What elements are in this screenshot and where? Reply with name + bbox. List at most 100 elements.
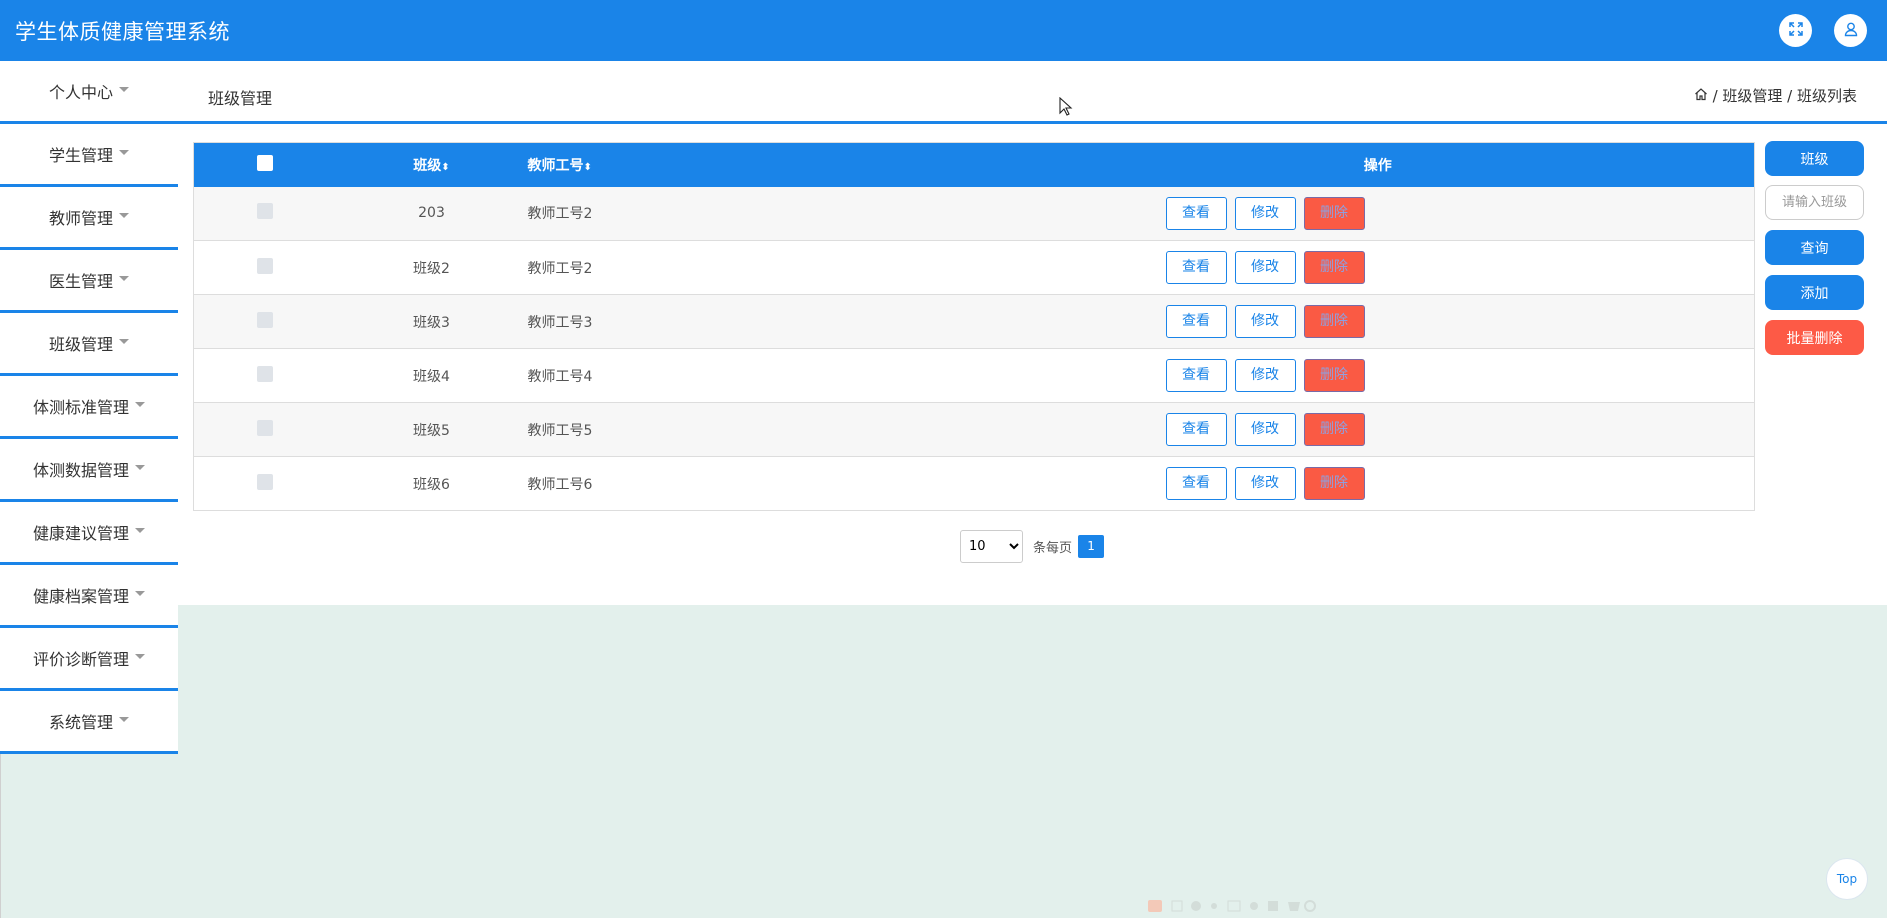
cell-teacher-id: 教师工号2: [527, 206, 593, 223]
page-number-button[interactable]: 1: [1078, 535, 1105, 558]
class-filter-button[interactable]: 班级: [1765, 141, 1864, 176]
chevron-down-icon: [119, 212, 129, 218]
class-table: 班级⬍ 教师工号⬍ 操作 203 教师工号2 查看 修改 删除 班级2 教师工号2 …: [193, 142, 1755, 511]
row-checkbox[interactable]: [256, 257, 273, 274]
column-header-label: 操作: [1363, 157, 1392, 174]
user-button[interactable]: [1834, 14, 1867, 47]
cell-class: 班级3: [413, 314, 450, 331]
chevron-down-icon: [135, 653, 145, 659]
cell-teacher-id: 教师工号6: [527, 476, 593, 493]
table-row: 班级3 教师工号3 查看 修改 删除: [193, 294, 1755, 349]
sidebar-item-label: 医生管理: [48, 272, 113, 291]
breadcrumb: / 班级管理 / 班级列表: [1694, 85, 1857, 106]
row-checkbox[interactable]: [256, 419, 273, 436]
edit-button[interactable]: 修改: [1234, 467, 1296, 500]
table-row: 班级6 教师工号6 查看 修改 删除: [193, 456, 1755, 511]
column-header-teacher-id[interactable]: 教师工号⬍: [528, 143, 832, 187]
batch-delete-button[interactable]: 批量删除: [1765, 320, 1864, 355]
row-checkbox[interactable]: [256, 311, 273, 328]
chevron-down-icon: [135, 401, 145, 407]
cell-teacher-id: 教师工号4: [527, 368, 593, 385]
sidebar-item-classes[interactable]: 班级管理: [0, 313, 178, 376]
cell-actions: 查看 修改 删除: [832, 403, 1755, 457]
sidebar-item-students[interactable]: 学生管理: [0, 124, 178, 187]
column-header-class[interactable]: 班级⬍: [336, 143, 528, 187]
cell-class: 班级6: [413, 476, 450, 493]
chevron-down-icon: [135, 590, 145, 596]
cell-teacher-id: 教师工号3: [527, 314, 593, 331]
sidebar-item-label: 班级管理: [48, 335, 113, 354]
back-to-top-button[interactable]: Top: [1826, 858, 1868, 900]
cell-class: 203: [418, 205, 445, 222]
cell-actions: 查看 修改 删除: [832, 241, 1755, 295]
query-button[interactable]: 查询: [1765, 230, 1864, 265]
table-header-row: 班级⬍ 教师工号⬍ 操作: [193, 142, 1755, 187]
sidebar-item-label: 学生管理: [48, 146, 113, 165]
view-button[interactable]: 查看: [1165, 413, 1227, 446]
edit-button[interactable]: 修改: [1234, 196, 1296, 230]
edit-button[interactable]: 修改: [1234, 305, 1296, 338]
edit-button[interactable]: 修改: [1234, 251, 1296, 284]
sidebar-item-system[interactable]: 系统管理: [0, 691, 178, 754]
chevron-down-icon: [119, 149, 129, 155]
sidebar-item-health-advice[interactable]: 健康建议管理: [0, 502, 178, 565]
header-icons: [1779, 14, 1867, 47]
view-button[interactable]: 查看: [1165, 305, 1227, 338]
cell-actions: 查看 修改 删除: [832, 349, 1755, 403]
row-checkbox[interactable]: [256, 473, 273, 490]
delete-button[interactable]: 删除: [1303, 413, 1365, 446]
cell-class: 班级4: [413, 368, 450, 385]
breadcrumb-path[interactable]: / 班级管理 / 班级列表: [1713, 85, 1857, 106]
expand-icon: [1788, 21, 1804, 41]
column-header-label: 班级: [413, 157, 442, 174]
sidebar-item-health-records[interactable]: 健康档案管理: [0, 565, 178, 628]
sidebar-item-label: 健康建议管理: [32, 524, 129, 543]
sidebar-item-label: 体测数据管理: [32, 461, 129, 480]
row-checkbox[interactable]: [256, 365, 273, 382]
breadcrumb-bar: 班级管理 / 班级管理 / 班级列表: [178, 61, 1887, 124]
ime-toolbar: [1148, 898, 1318, 918]
class-search-input[interactable]: [1765, 185, 1864, 220]
view-button[interactable]: 查看: [1165, 251, 1227, 284]
sidebar-item-label: 教师管理: [48, 209, 113, 228]
select-all-checkbox[interactable]: [256, 154, 273, 171]
page-title: 班级管理: [208, 89, 273, 108]
row-checkbox[interactable]: [256, 203, 273, 220]
user-icon: [1843, 21, 1859, 41]
sidebar-item-teachers[interactable]: 教师管理: [0, 187, 178, 250]
table-row: 班级2 教师工号2 查看 修改 删除: [193, 240, 1755, 295]
sidebar-item-test-data[interactable]: 体测数据管理: [0, 439, 178, 502]
column-header-label: 教师工号: [527, 157, 584, 174]
table-row: 班级5 教师工号5 查看 修改 删除: [193, 402, 1755, 457]
delete-button[interactable]: 删除: [1303, 359, 1365, 392]
sidebar-item-doctors[interactable]: 医生管理: [0, 250, 178, 313]
delete-button[interactable]: 删除: [1303, 251, 1365, 284]
sidebar-item-test-standards[interactable]: 体测标准管理: [0, 376, 178, 439]
sidebar-item-personal-center[interactable]: 个人中心: [0, 61, 178, 124]
cell-teacher-id: 教师工号5: [527, 422, 593, 439]
select-all-checkbox-cell: [194, 143, 336, 187]
per-page-label: 条每页: [1033, 541, 1073, 556]
add-button[interactable]: 添加: [1765, 275, 1864, 310]
app-title: 学生体质健康管理系统: [15, 19, 230, 44]
delete-button[interactable]: 删除: [1303, 196, 1365, 230]
view-button[interactable]: 查看: [1165, 467, 1227, 500]
top-header: 学生体质健康管理系统: [0, 0, 1887, 61]
sidebar-item-evaluation[interactable]: 评价诊断管理: [0, 628, 178, 691]
cell-class: 班级2: [413, 260, 450, 277]
edit-button[interactable]: 修改: [1234, 413, 1296, 446]
edit-button[interactable]: 修改: [1234, 359, 1296, 392]
cell-actions: 查看 修改 删除: [832, 457, 1755, 511]
sidebar-item-label: 评价诊断管理: [32, 650, 129, 669]
fullscreen-button[interactable]: [1779, 14, 1812, 47]
delete-button[interactable]: 删除: [1303, 305, 1365, 338]
sidebar-item-label: 系统管理: [48, 713, 113, 732]
cell-actions: 查看 修改 删除: [832, 295, 1755, 349]
home-icon[interactable]: [1694, 87, 1708, 105]
view-button[interactable]: 查看: [1165, 359, 1227, 392]
chevron-down-icon: [119, 86, 129, 92]
page-size-select[interactable]: 10: [960, 530, 1023, 563]
view-button[interactable]: 查看: [1165, 196, 1227, 230]
delete-button[interactable]: 删除: [1303, 467, 1365, 500]
chevron-down-icon: [119, 275, 129, 281]
